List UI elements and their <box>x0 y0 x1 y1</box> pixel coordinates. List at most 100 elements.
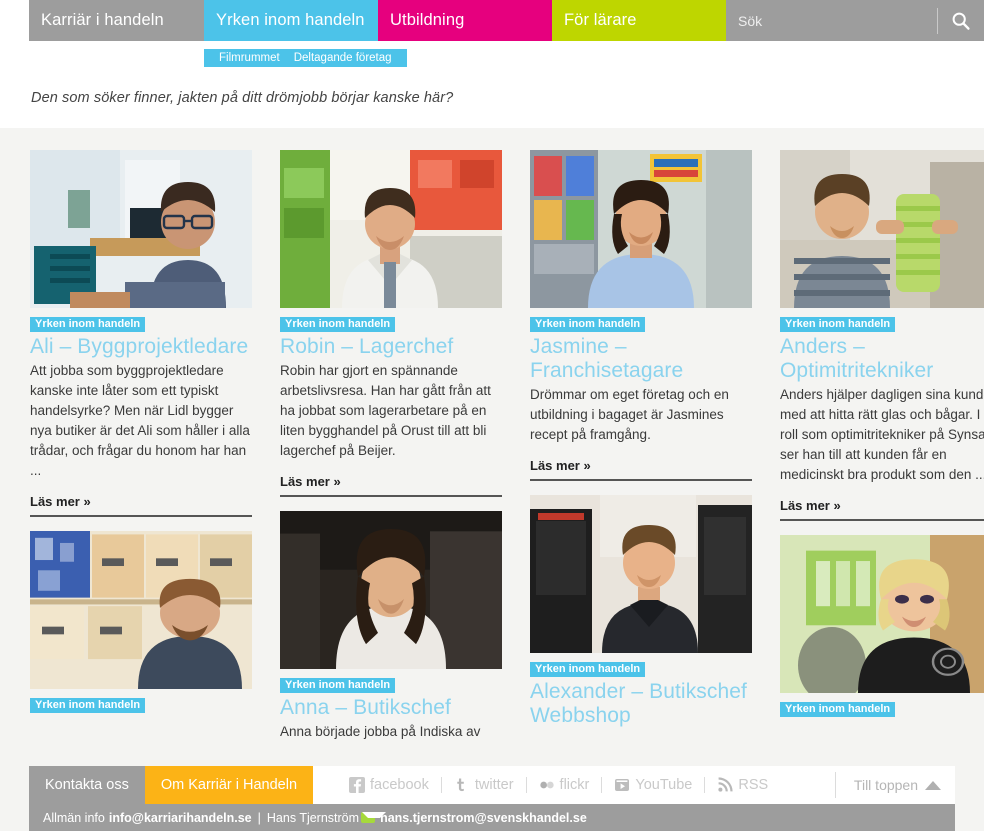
rss-icon <box>718 777 733 792</box>
site-footer: Kontakta oss Om Karriär i Handeln facebo… <box>0 761 984 831</box>
card-text-anna: Anna började jobba på Indiska av <box>280 724 481 739</box>
card-photo-robin[interactable] <box>280 150 502 308</box>
photo-bodyshop-assistant <box>780 535 984 693</box>
grid-column-1: Yrken inom handeln Ali – Byggprojektleda… <box>30 150 262 756</box>
primary-navigation: Karriär i handeln Yrken inom handeln Utb… <box>0 0 984 41</box>
nav-label: Yrken inom handeln <box>216 11 365 29</box>
main-content: Yrken inom handeln Ali – Byggprojektleda… <box>0 128 984 831</box>
grid-column-3: Yrken inom handeln Jasmine – Franchiseta… <box>530 150 762 756</box>
readmore-link-ali[interactable]: Läs mer » <box>30 494 91 509</box>
photo-ali-office <box>30 150 252 308</box>
twitter-icon <box>457 778 464 792</box>
card-readmore-wrap-ali: Läs mer » <box>30 493 252 517</box>
card-robin: Yrken inom handeln Robin – Lagerchef Rob… <box>280 150 502 497</box>
chevron-up-icon <box>925 780 941 790</box>
card-tag-anders[interactable]: Yrken inom handeln <box>780 317 896 332</box>
contact-button-label: Kontakta oss <box>45 777 129 793</box>
card-tag-ali[interactable]: Yrken inom handeln <box>30 317 146 332</box>
card-tag-anna[interactable]: Yrken inom handeln <box>280 678 396 693</box>
footer-contact-person: Hans Tjernström <box>266 810 360 825</box>
search-input[interactable] <box>726 0 937 41</box>
readmore-link-robin[interactable]: Läs mer » <box>280 474 341 489</box>
card-title-alexander[interactable]: Alexander – Butikschef Webbshop <box>530 680 752 728</box>
secondary-navigation: Filmrummet Deltagande företag <box>204 49 407 67</box>
about-button-label: Om Karriär i Handeln <box>160 777 298 793</box>
page-tagline: Den som söker finner, jakten på ditt drö… <box>31 90 454 106</box>
readmore-link-jasmine[interactable]: Läs mer » <box>530 458 591 473</box>
card-photo-anders[interactable] <box>780 150 984 308</box>
card-title-jasmine[interactable]: Jasmine – Franchisetagare <box>530 335 752 383</box>
readmore-link-anders[interactable]: Läs mer » <box>780 498 841 513</box>
search-container <box>726 0 984 41</box>
card-text-robin: Robin har gjort en spännande arbetslivsr… <box>280 363 491 458</box>
about-button[interactable]: Om Karriär i Handeln <box>144 766 314 804</box>
card-photo-ali[interactable] <box>30 150 252 308</box>
card-tag-alexander[interactable]: Yrken inom handeln <box>530 662 646 677</box>
card-readmore-wrap-jasmine: Läs mer » <box>530 457 752 481</box>
card-grid: Yrken inom handeln Ali – Byggprojektleda… <box>0 128 984 756</box>
footer-email-general[interactable]: info@karriarihandeln.se <box>109 811 252 825</box>
card-readmore-wrap-robin: Läs mer » <box>280 473 502 497</box>
footer-action-bar: Kontakta oss Om Karriär i Handeln facebo… <box>29 766 955 804</box>
footer-email-person[interactable]: hans.tjernstrom@svenskhandel.se <box>380 811 587 825</box>
nav-item-utbildning[interactable]: Utbildning <box>378 0 552 41</box>
nav-item-karriar-i-handeln[interactable]: Karriär i handeln <box>29 0 204 41</box>
card-photo-lager[interactable] <box>30 531 252 689</box>
nav-left-gutter <box>0 0 29 41</box>
card-title-ali[interactable]: Ali – Byggprojektledare <box>30 335 252 359</box>
search-icon <box>952 12 970 30</box>
photo-warehouse-shelves <box>30 531 252 689</box>
card-title-anders[interactable]: Anders – Optimitritekniker <box>780 335 984 383</box>
nav-label: Utbildning <box>390 11 465 29</box>
social-link-twitter[interactable]: twitter <box>442 777 526 793</box>
photo-jasmine-shop <box>530 150 752 308</box>
card-text-ali: Att jobba som byggprojektledare kanske i… <box>30 363 250 478</box>
photo-alexander-webshop <box>530 495 752 653</box>
flickr-icon <box>539 781 554 789</box>
grid-column-2: Yrken inom handeln Robin – Lagerchef Rob… <box>280 150 512 756</box>
card-title-robin[interactable]: Robin – Lagerchef <box>280 335 502 359</box>
card-title-anna[interactable]: Anna – Butikschef <box>280 696 502 720</box>
subnav-item-filmrummet[interactable]: Filmrummet <box>212 52 287 64</box>
subnav-item-deltagande-foretag[interactable]: Deltagande företag <box>287 52 399 64</box>
mail-icon <box>361 812 387 823</box>
card-photo-jasmine[interactable] <box>530 150 752 308</box>
card-alexander: Yrken inom handeln Alexander – Butiksche… <box>530 495 752 728</box>
contact-button[interactable]: Kontakta oss <box>29 766 145 804</box>
back-to-top-label: Till toppen <box>853 777 918 793</box>
card-anna: Yrken inom handeln Anna – Butikschef Ann… <box>280 511 502 742</box>
card-photo-bodyshop[interactable] <box>780 535 984 693</box>
nav-item-yrken-inom-handeln[interactable]: Yrken inom handeln <box>204 0 378 41</box>
card-text-jasmine: Drömmar om eget företag och en utbildnin… <box>530 387 729 442</box>
card-anders: Yrken inom handeln Anders – Optimitritek… <box>780 150 984 521</box>
social-link-facebook[interactable]: facebook <box>337 777 441 793</box>
card-tag-robin[interactable]: Yrken inom handeln <box>280 317 396 332</box>
social-label: twitter <box>474 777 514 793</box>
social-link-flickr[interactable]: flickr <box>527 777 602 793</box>
card-photo-alexander[interactable] <box>530 495 752 653</box>
photo-anders-optician <box>780 150 984 308</box>
photo-robin-warehouse <box>280 150 502 308</box>
card-text-anders: Anders hjälper dagligen sina kunder med … <box>780 387 984 482</box>
card-bodyshop: Yrken inom handeln <box>780 535 984 717</box>
back-to-top-button[interactable]: Till toppen <box>834 772 955 798</box>
card-tag-bodyshop[interactable]: Yrken inom handeln <box>780 702 896 717</box>
card-readmore-wrap-anders: Läs mer » <box>780 497 984 521</box>
nav-item-for-larare[interactable]: För lärare <box>552 0 726 41</box>
nav-label: För lärare <box>564 11 637 29</box>
card-tag-lager[interactable]: Yrken inom handeln <box>30 698 146 713</box>
social-link-youtube[interactable]: YouTube <box>602 777 704 793</box>
card-tag-jasmine[interactable]: Yrken inom handeln <box>530 317 646 332</box>
footer-contact-info: Allmän info info@karriarihandeln.se | Ha… <box>29 804 955 831</box>
social-link-rss[interactable]: RSS <box>705 777 780 793</box>
card-photo-anna[interactable] <box>280 511 502 669</box>
card-ali: Yrken inom handeln Ali – Byggprojektleda… <box>30 150 252 517</box>
facebook-icon <box>349 777 366 793</box>
youtube-icon <box>615 779 630 791</box>
card-lager: Yrken inom handeln <box>30 531 252 713</box>
search-submit-button[interactable] <box>938 0 984 41</box>
grid-column-4: Yrken inom handeln Anders – Optimitritek… <box>780 150 984 756</box>
social-links: facebook twitter flickr YouTube RSS <box>313 766 835 804</box>
nav-label: Karriär i handeln <box>41 11 164 29</box>
social-label: RSS <box>738 777 769 793</box>
